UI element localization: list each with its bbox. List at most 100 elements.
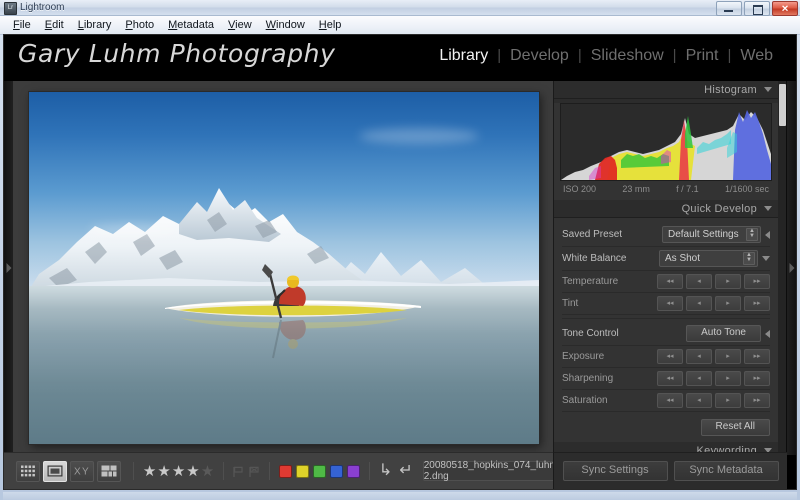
stepper-button[interactable]: ◂◂ [657,393,683,408]
tone-control-row: Tone Control Auto Tone [562,322,770,346]
sharpening-row: Sharpening ◂◂ ◂ ▸ ▸▸ [562,368,770,390]
stepper-button[interactable]: ◂ [686,274,712,289]
star-5[interactable]: ★ [201,464,214,479]
stepper-button[interactable]: ◂◂ [657,349,683,364]
star-2[interactable]: ★ [157,464,170,479]
stepper-button[interactable]: ▸ [715,296,741,311]
view-mode-buttons: X Y [16,460,124,482]
color-label-swatch-4[interactable] [329,464,343,478]
menu-item-file[interactable]: File [6,17,38,33]
photo-image[interactable] [28,92,539,444]
star-1[interactable]: ★ [143,464,156,479]
menu-item-window[interactable]: Window [259,17,312,33]
loupe-view-button[interactable] [43,460,67,482]
rotate-left-button[interactable]: ↳ [379,463,392,479]
quick-develop-panel-title: Quick Develop [681,202,757,215]
rotate-buttons: ↳ ↵ [379,463,413,479]
stepper-button[interactable]: ▸▸ [744,349,770,364]
tone-control-controls: Auto Tone [686,325,770,342]
menu-item-photo[interactable]: Photo [118,17,161,33]
rotate-right-button[interactable]: ↵ [399,463,412,479]
temperature-label: Temperature [562,276,619,287]
stepper-button[interactable]: ▸ [715,371,741,386]
module-develop[interactable]: Develop [501,47,578,65]
menu-item-view[interactable]: View [221,17,259,33]
grid-view-button[interactable] [16,460,40,482]
tone-control-label: Tone Control [562,328,619,339]
saved-preset-expand-icon[interactable] [765,230,770,239]
identity-plate[interactable]: Gary Luhm Photography [18,39,336,68]
stepper-icon: ▲ ▼ [746,228,758,241]
menu-item-help[interactable]: Help [312,17,349,33]
tone-control-expand-icon[interactable] [765,329,770,338]
stepper-button[interactable]: ◂ [686,349,712,364]
filename-display[interactable]: 20080518_hopkins_074_luhm-2.dng [422,460,582,482]
module-web[interactable]: Web [731,47,782,65]
flag-pick-button[interactable] [233,465,244,477]
stepper-button[interactable]: ▸▸ [744,371,770,386]
reset-all-row: Reset All [562,412,770,436]
stepper-button[interactable]: ▸▸ [744,274,770,289]
white-balance-dropdown[interactable]: As Shot ▲ ▼ [659,250,758,267]
svg-text:Y: Y [82,467,89,477]
flag-reject-button[interactable] [249,465,260,477]
stepper-button[interactable]: ◂◂ [657,296,683,311]
window-controls: ✕ [716,1,798,16]
menu-item-metadata[interactable]: Metadata [161,17,221,33]
star-4[interactable]: ★ [186,464,199,479]
maximize-button[interactable] [744,1,770,16]
rating-stars[interactable]: ★ ★ ★ ★ ★ [143,464,214,479]
saved-preset-dropdown[interactable]: Default Settings ▲ ▼ [662,226,761,243]
stepper-button[interactable]: ▸ [715,349,741,364]
sharpening-steppers: ◂◂ ◂ ▸ ▸▸ [657,371,770,386]
chevron-down-icon [764,87,772,92]
stepper-button[interactable]: ◂◂ [657,274,683,289]
right-panel-scrollbar-thumb[interactable] [779,84,786,126]
white-balance-collapse-icon[interactable] [762,256,770,261]
stepper-button[interactable]: ◂ [686,296,712,311]
minimize-button[interactable] [716,1,742,16]
stepper-button[interactable]: ▸▸ [744,393,770,408]
auto-tone-button[interactable]: Auto Tone [686,325,761,342]
saved-preset-controls: Default Settings ▲ ▼ [662,226,770,243]
right-panel-toggle[interactable] [786,81,796,455]
sync-metadata-button[interactable]: Sync Metadata [673,461,779,481]
menu-item-edit[interactable]: Edit [38,17,71,33]
os-window: Lr Lightroom ✕ File Edit Library Photo Metad… [0,0,800,500]
color-label-swatches [278,464,360,478]
quick-develop-panel-header[interactable]: Quick Develop [554,200,778,218]
color-label-swatch-2[interactable] [295,464,309,478]
menu-item-library[interactable]: Library [71,17,119,33]
lightroom-app-icon: Lr [4,2,17,15]
histogram-graph[interactable] [560,103,772,181]
sync-button-bar: Sync Settings Sync Metadata [553,452,787,489]
stepper-button[interactable]: ◂◂ [657,371,683,386]
compare-view-button[interactable]: X Y [70,460,94,482]
star-3[interactable]: ★ [172,464,185,479]
module-slideshow[interactable]: Slideshow [582,47,673,65]
flag-reject-icon [249,466,259,477]
flag-pick-icon [233,466,243,477]
close-button[interactable]: ✕ [772,1,798,16]
chevron-right-icon [789,263,794,273]
stepper-button[interactable]: ▸ [715,393,741,408]
stepper-button[interactable]: ▸▸ [744,296,770,311]
reset-all-button[interactable]: Reset All [700,419,770,436]
stepper-button[interactable]: ▸ [715,274,741,289]
histogram-panel-header[interactable]: Histogram [554,81,778,99]
survey-view-button[interactable] [97,460,121,482]
divider [562,318,770,319]
module-print[interactable]: Print [677,47,728,65]
color-label-swatch-3[interactable] [312,464,326,478]
module-library[interactable]: Library [430,47,497,65]
close-icon: ✕ [781,3,789,13]
color-label-swatch-1[interactable] [278,464,292,478]
flag-buttons [233,465,260,477]
stepper-button[interactable]: ◂ [686,371,712,386]
stepper-button[interactable]: ◂ [686,393,712,408]
photo-cloud [88,224,179,236]
sync-settings-button[interactable]: Sync Settings [562,461,668,481]
color-label-swatch-5[interactable] [346,464,360,478]
window-titlebar[interactable]: Lr Lightroom ✕ [0,0,800,16]
histogram-panel-title: Histogram [704,83,757,96]
